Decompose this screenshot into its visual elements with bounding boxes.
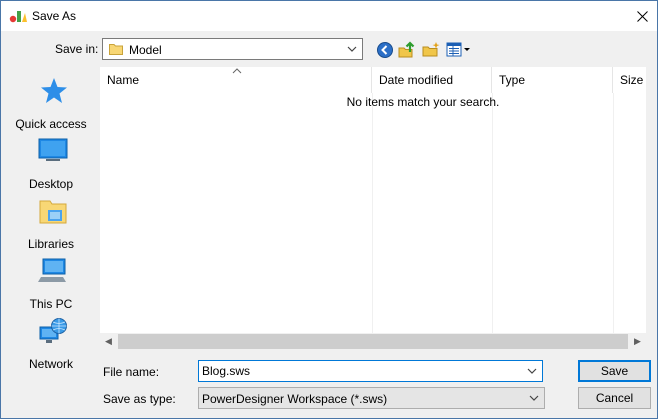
place-libraries[interactable]: Libraries	[5, 197, 97, 253]
view-menu-icon[interactable]	[446, 41, 472, 59]
file-list[interactable]: Name Date modified Type Size No items ma…	[100, 67, 646, 350]
places-bar: Quick access Desktop Libraries This PC N…	[5, 67, 97, 371]
folder-icon	[109, 44, 123, 55]
quick-access-icon	[41, 78, 67, 103]
app-icon	[9, 11, 27, 23]
network-icon	[39, 318, 67, 343]
chevron-down-icon[interactable]	[526, 365, 538, 377]
this-pc-icon	[38, 258, 66, 282]
column-divider	[492, 93, 493, 334]
save-in-dropdown[interactable]: Model	[102, 38, 363, 60]
sort-ascending-icon	[232, 68, 242, 74]
cancel-button[interactable]: Cancel	[578, 387, 651, 409]
save-as-dialog: Save As Save in: Model Quick access Desk…	[0, 0, 658, 419]
scroll-right-icon[interactable]: ▶	[629, 333, 646, 350]
column-divider	[613, 93, 614, 334]
libraries-icon	[39, 200, 67, 224]
place-this-pc[interactable]: This PC	[5, 257, 97, 313]
file-name-label: File name:	[103, 365, 160, 379]
column-divider	[372, 93, 373, 334]
place-network[interactable]: Network	[5, 317, 97, 373]
window-title: Save As	[32, 9, 77, 23]
column-header-date-modified[interactable]: Date modified	[372, 67, 492, 93]
save-as-type-value: PowerDesigner Workspace (*.sws)	[202, 392, 388, 406]
up-folder-icon[interactable]	[398, 41, 416, 59]
place-label: Quick access	[15, 117, 87, 131]
title-bar: Save As	[1, 1, 657, 31]
close-button[interactable]	[627, 1, 657, 31]
save-button[interactable]: Save	[578, 360, 651, 382]
place-label: Desktop	[28, 177, 74, 191]
column-header-size[interactable]: Size	[613, 67, 646, 93]
file-name-value: Blog.sws	[202, 364, 251, 378]
place-desktop[interactable]: Desktop	[5, 137, 97, 193]
back-icon[interactable]	[376, 41, 394, 59]
save-in-value: Model	[129, 43, 162, 57]
chevron-down-icon	[347, 46, 357, 52]
column-header-type[interactable]: Type	[492, 67, 613, 93]
new-folder-icon[interactable]	[422, 41, 440, 59]
place-label: This PC	[29, 297, 73, 311]
place-label: Libraries	[27, 237, 75, 251]
horizontal-scrollbar[interactable]: ◀ ▶	[100, 333, 646, 350]
close-icon	[636, 10, 648, 22]
chevron-down-icon	[529, 395, 539, 401]
scrollbar-thumb[interactable]	[118, 334, 628, 349]
save-in-label: Save in:	[55, 42, 99, 56]
scroll-left-icon[interactable]: ◀	[100, 333, 117, 350]
place-quick-access[interactable]: Quick access	[5, 77, 97, 133]
file-name-input[interactable]: Blog.sws	[198, 360, 543, 382]
save-as-type-dropdown[interactable]: PowerDesigner Workspace (*.sws)	[198, 387, 545, 409]
save-as-type-label: Save as type:	[103, 392, 176, 406]
desktop-icon	[38, 138, 68, 161]
place-label: Network	[28, 357, 73, 371]
empty-message: No items match your search.	[346, 95, 500, 109]
